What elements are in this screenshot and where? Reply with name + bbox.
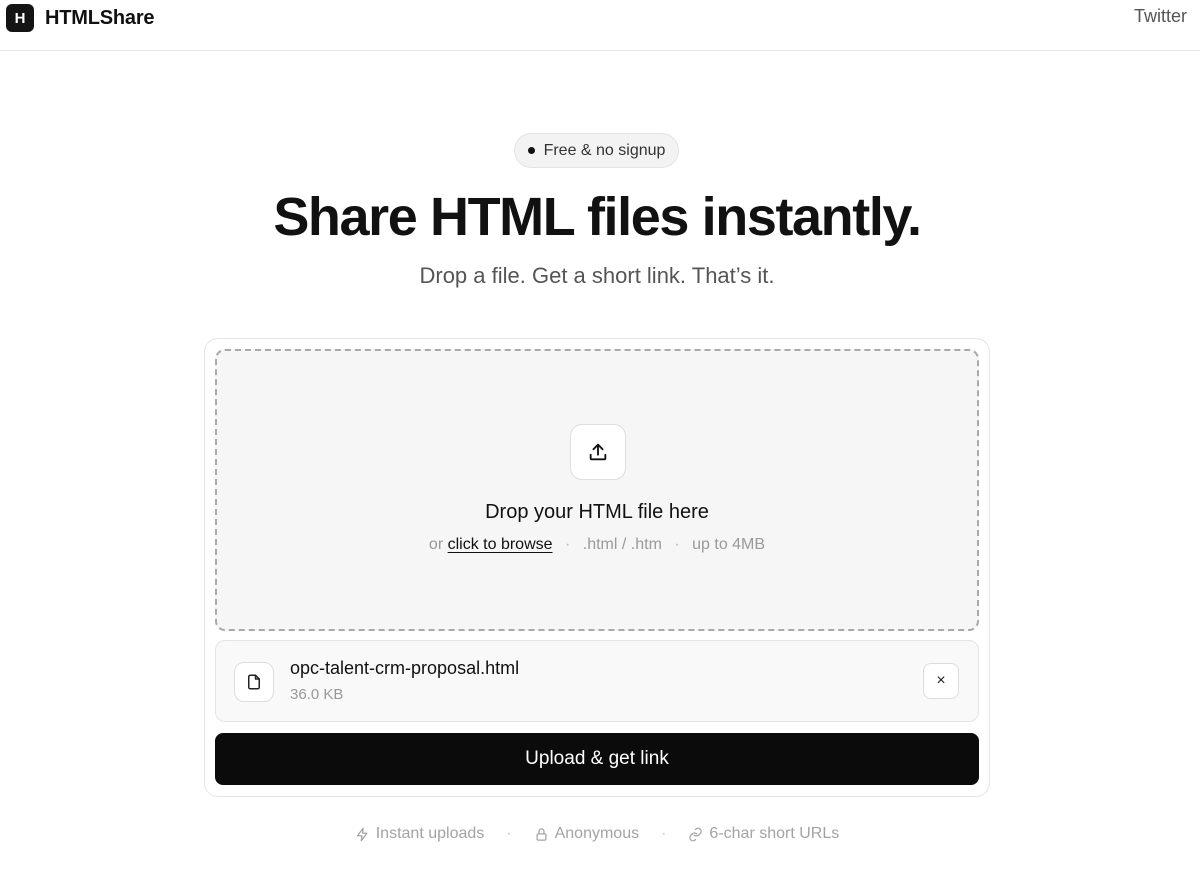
upload-icon xyxy=(570,424,626,480)
or-text: or xyxy=(428,536,444,553)
feature-anonymous: Anonymous xyxy=(534,825,640,843)
size-limit: up to 4MB xyxy=(692,536,766,553)
file-dropzone[interactable]: Drop your HTML file here or click to bro… xyxy=(215,349,979,631)
separator: · xyxy=(506,825,512,842)
file-name: opc-talent-crm-proposal.html xyxy=(290,658,520,678)
feature-label: 6-char short URLs xyxy=(709,825,840,842)
brand-name: HTMLShare xyxy=(45,6,155,29)
feature-short-urls: 6-char short URLs xyxy=(688,825,839,843)
upload-button[interactable]: Upload & get link xyxy=(215,733,979,785)
close-icon: × xyxy=(936,672,946,689)
badge-label: Free & no signup xyxy=(543,141,666,159)
file-types: .html / .htm xyxy=(582,536,662,553)
remove-file-button[interactable]: × xyxy=(923,663,959,699)
feature-label: Anonymous xyxy=(554,825,640,842)
lock-icon xyxy=(536,827,547,841)
browse-link[interactable]: click to browse xyxy=(448,536,553,553)
feature-label: Instant uploads xyxy=(375,825,485,842)
top-nav: H HTMLShare Twitter xyxy=(0,0,1200,51)
twitter-link[interactable]: Twitter xyxy=(1134,6,1187,27)
dropzone-title: Drop your HTML file here xyxy=(485,501,709,523)
logo-mark: H xyxy=(6,4,34,32)
dropzone-hint: or click to browse · .html / .htm · up t… xyxy=(217,536,977,554)
separator: · xyxy=(674,536,680,553)
selected-file: opc-talent-crm-proposal.html 36.0 KB × xyxy=(215,640,979,722)
file-icon xyxy=(234,662,274,702)
upload-card: Drop your HTML file here or click to bro… xyxy=(204,338,990,797)
link-icon xyxy=(689,827,703,841)
dot-icon xyxy=(527,147,535,154)
page-title: Share HTML files instantly. xyxy=(273,187,922,247)
separator: · xyxy=(564,536,571,553)
feature-instant: Instant uploads xyxy=(355,825,485,843)
free-badge: Free & no signup xyxy=(514,133,679,168)
page-subtitle: Drop a file. Get a short link. That’s it… xyxy=(419,263,775,288)
feature-list: Instant uploads · Anonymous · 6-char sho… xyxy=(0,825,1194,843)
separator: · xyxy=(661,825,667,842)
brand-home-link[interactable]: H HTMLShare xyxy=(6,4,155,32)
lightning-icon xyxy=(356,827,368,841)
file-size: 36.0 KB xyxy=(290,686,344,703)
